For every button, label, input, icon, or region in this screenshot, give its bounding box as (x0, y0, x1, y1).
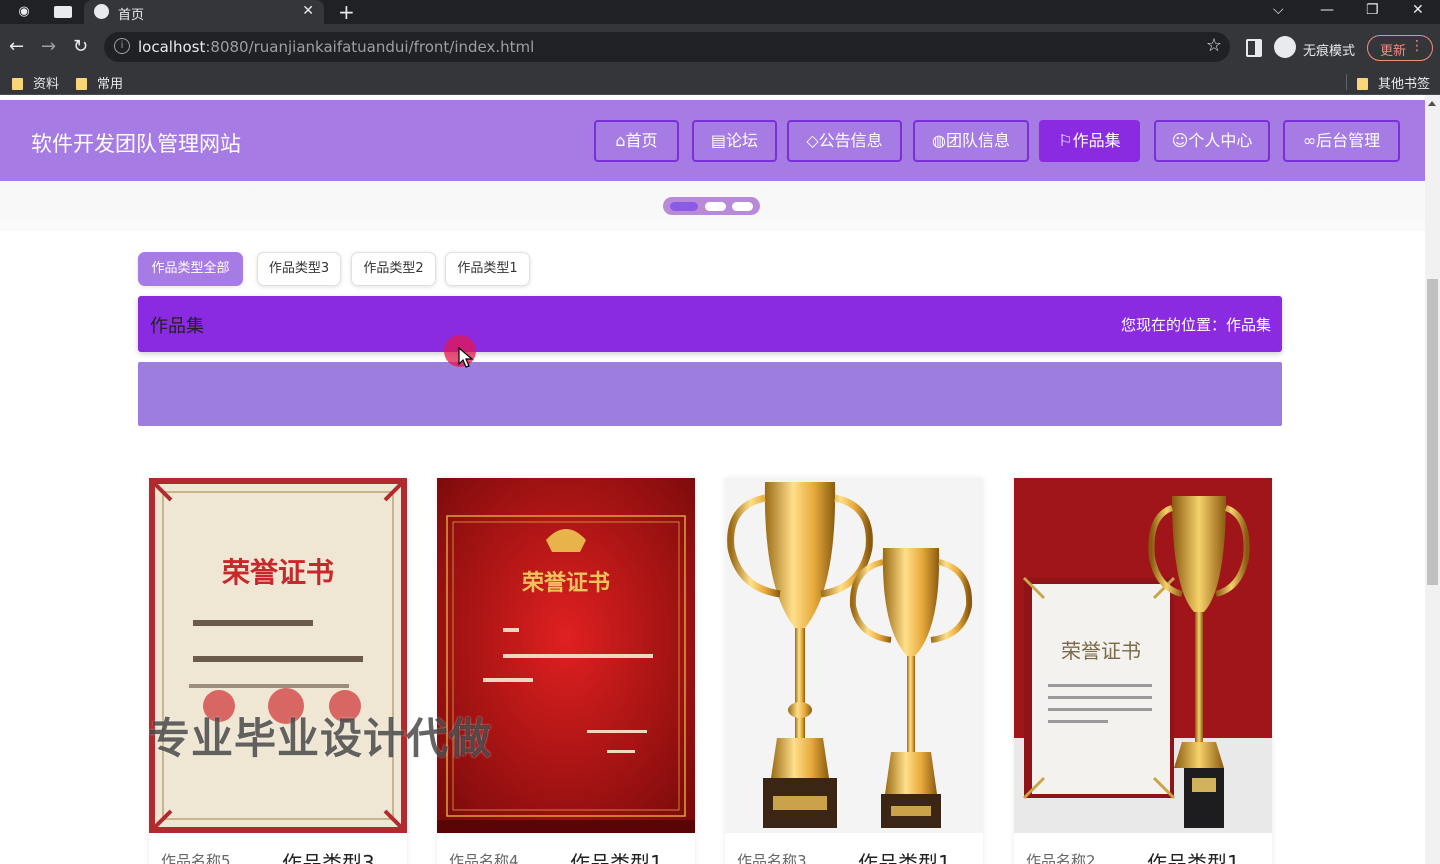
nav-admin-button[interactable]: ∞后台管理 (1283, 120, 1400, 162)
user-icon: ☺ (1171, 131, 1189, 150)
back-icon[interactable]: ← (9, 37, 24, 57)
close-window-icon[interactable]: ✕ (1412, 2, 1424, 18)
nav-personal-button[interactable]: ☺个人中心 (1154, 120, 1270, 162)
card-type: 作品类型1 (1147, 851, 1240, 864)
page-viewport: 软件开发团队管理网站 ⌂首页 ▤论坛 ◇公告信息 ◍团队信息 ⚐作品集 ☺个人中… (0, 95, 1440, 864)
breadcrumb: 您现在的位置：作品集 (1120, 316, 1271, 334)
portfolio-card[interactable]: 作品名称3 作品类型1 (725, 478, 983, 864)
cert4-title: 荣誉证书 (1061, 639, 1141, 663)
minimize-icon[interactable]: — (1320, 2, 1334, 18)
card-image-certificate[interactable]: 荣誉证书 (149, 478, 407, 833)
section-title: 作品集 (150, 316, 204, 337)
watermark-overlay: 专业毕业设计代做 (148, 714, 493, 763)
carousel-dot-1[interactable] (670, 202, 698, 211)
incognito-icon[interactable] (1274, 36, 1296, 58)
folder-icon (12, 78, 23, 90)
bookmarks-bar: 资料 常用 其他书签 (0, 70, 1440, 95)
tab-close-icon[interactable]: ✕ (302, 3, 314, 19)
card-type: 作品类型1 (570, 851, 663, 864)
card-name: 作品名称5 (161, 852, 231, 864)
browser-toolbar: ← → ↻ i localhost:8080/ruanjiankaifatuan… (0, 24, 1440, 70)
nav-team-button[interactable]: ◍团队信息 (913, 120, 1029, 162)
gold-trophies-image (725, 478, 983, 833)
tab-favicon-icon (94, 4, 109, 19)
content-band (138, 362, 1282, 426)
card-image-trophies[interactable] (725, 478, 983, 833)
forum-icon: ▤ (710, 131, 727, 150)
portfolio-card[interactable]: 荣誉证书 作品名称4 作品类型1 (437, 478, 695, 864)
carousel-dot-3[interactable] (732, 202, 753, 211)
mouse-cursor-icon (458, 347, 474, 368)
scroll-up-icon[interactable] (1428, 101, 1436, 106)
side-panel-icon[interactable] (1246, 39, 1262, 57)
section-header: 作品集 您现在的位置：作品集 (138, 296, 1282, 352)
tag-icon: ◇ (806, 131, 819, 150)
nav-notice-button[interactable]: ◇公告信息 (787, 120, 902, 162)
portfolio-card[interactable]: 荣誉证书 作品名称5 作品类型3 (149, 478, 407, 864)
filter-all[interactable]: 作品类型全部 (138, 252, 243, 286)
tab-list-chevron-icon[interactable]: ⌵ (1273, 2, 1284, 18)
update-label: 更新 (1380, 44, 1407, 59)
address-bar[interactable]: i localhost:8080/ruanjiankaifatuandui/fr… (104, 32, 1230, 62)
link-icon: ∞ (1302, 131, 1317, 150)
nav-portfolio-button[interactable]: ⚐作品集 (1039, 120, 1140, 162)
card-type: 作品类型3 (282, 851, 375, 864)
bookmark-star-icon[interactable]: ☆ (1206, 35, 1222, 56)
portfolio-card[interactable]: 荣誉证书 作品名称2 作品类型1 (1014, 478, 1272, 864)
cert2-title: 荣誉证书 (521, 570, 610, 596)
certificate-cream-image: 荣誉证书 (149, 478, 407, 833)
card-name: 作品名称4 (449, 852, 519, 864)
bookmark-separator (1346, 74, 1347, 90)
site-info-icon[interactable]: i (114, 38, 130, 54)
nav-home-button[interactable]: ⌂首页 (594, 120, 679, 162)
folder-icon (76, 78, 87, 90)
card-name: 作品名称2 (1026, 852, 1096, 864)
restore-icon[interactable]: ❐ (1366, 2, 1379, 18)
certificate-red-image: 荣誉证书 (437, 478, 695, 833)
filter-type-3[interactable]: 作品类型3 (257, 252, 341, 286)
carousel-dot-2[interactable] (705, 202, 726, 211)
browser-logo-icon[interactable]: ◉ (16, 4, 32, 20)
nav-forum-button[interactable]: ▤论坛 (692, 120, 777, 162)
cert1-title: 荣誉证书 (222, 556, 334, 589)
card-image-certificate-trophy[interactable]: 荣誉证书 (1014, 478, 1272, 833)
scrollbar-thumb[interactable] (1427, 279, 1438, 585)
site-header: 软件开发团队管理网站 ⌂首页 ▤论坛 ◇公告信息 ◍团队信息 ⚐作品集 ☺个人中… (0, 100, 1425, 181)
card-image-certificate[interactable]: 荣誉证书 (437, 478, 695, 833)
url-text[interactable]: localhost:8080/ruanjiankaifatuandui/fron… (138, 38, 534, 56)
forward-icon[interactable]: → (41, 37, 56, 57)
site-title: 软件开发团队管理网站 (31, 132, 241, 156)
tab-title: 首页 (118, 8, 145, 23)
carousel-indicators (663, 197, 760, 215)
bookmark-folder-2[interactable]: 常用 (76, 73, 123, 92)
card-type: 作品类型1 (858, 851, 951, 864)
folder-icon (1357, 78, 1368, 90)
page-scrollbar[interactable] (1425, 95, 1440, 864)
filter-type-2[interactable]: 作品类型2 (351, 252, 436, 286)
reload-icon[interactable]: ↻ (73, 37, 88, 57)
browser-tab[interactable]: 首页 ✕ (84, 0, 324, 24)
tab-search-icon[interactable] (54, 6, 72, 18)
new-tab-icon[interactable]: + (338, 1, 355, 23)
other-bookmarks[interactable]: 其他书签 (1357, 73, 1430, 92)
home-icon: ⌂ (615, 131, 626, 150)
filter-type-1[interactable]: 作品类型1 (445, 252, 530, 286)
globe-icon: ◍ (932, 131, 946, 150)
card-name: 作品名称3 (737, 852, 807, 864)
flag-icon: ⚐ (1058, 131, 1073, 150)
certificate-with-trophy-image: 荣誉证书 (1014, 478, 1272, 833)
update-button[interactable]: 更新 ⋮ (1367, 35, 1433, 61)
menu-dots-icon[interactable]: ⋮ (1410, 38, 1424, 54)
incognito-label: 无痕模式 (1303, 44, 1356, 59)
browser-titlebar: ◉ 首页 ✕ + ⌵ — ❐ ✕ (0, 0, 1440, 24)
bookmark-folder-1[interactable]: 资料 (12, 73, 59, 92)
